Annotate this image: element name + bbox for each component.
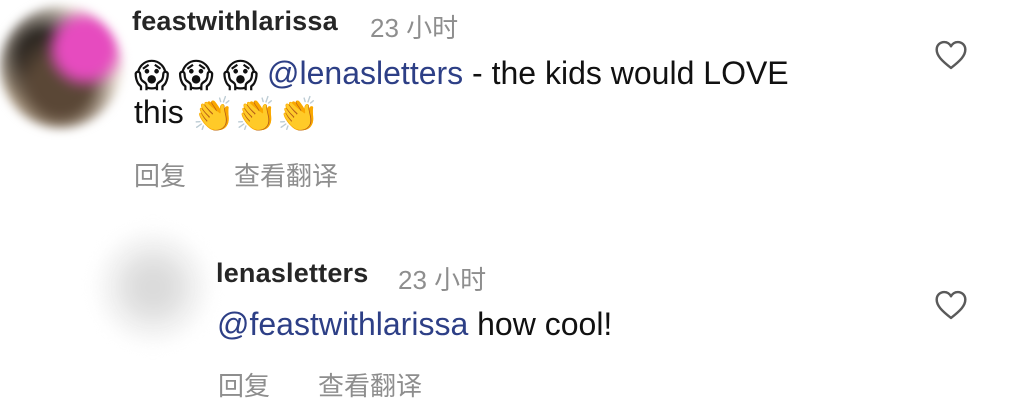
- face-screaming-emoji: 😱: [178, 57, 214, 95]
- clapping-hands-emoji: 👏: [235, 96, 278, 134]
- reply-button[interactable]: 回复: [218, 366, 270, 403]
- face-screaming-emoji: 😱: [134, 57, 170, 95]
- comment-timestamp: 23 小时: [398, 265, 487, 295]
- comment-text: how cool!: [468, 306, 613, 342]
- avatar[interactable]: [0, 6, 122, 128]
- comment-text-line-1: 😱 😱 😱 @lenasletters - the kids would LOV…: [134, 55, 789, 93]
- avatar[interactable]: [98, 232, 208, 342]
- mention-link[interactable]: @feastwithlarissa: [217, 306, 468, 342]
- see-translation-button[interactable]: 查看翻译: [318, 366, 422, 403]
- comment-text: this: [134, 94, 184, 130]
- clapping-hands-emoji: 👏: [192, 96, 236, 134]
- clapping-hands-emoji: 👏: [277, 96, 320, 134]
- heart-outline-icon[interactable]: [934, 290, 968, 320]
- heart-outline-icon[interactable]: [934, 40, 968, 70]
- face-screaming-emoji: 😱: [222, 57, 259, 95]
- comment-timestamp: 23 小时: [370, 13, 459, 43]
- mention-link[interactable]: @lenasletters: [267, 55, 463, 91]
- comment-text: - the kids would LOVE: [463, 55, 789, 91]
- see-translation-button[interactable]: 查看翻译: [234, 156, 338, 193]
- comment-text-line-1: @feastwithlarissa how cool!: [217, 306, 612, 343]
- comment-username[interactable]: feastwithlarissa: [132, 6, 338, 37]
- comment-username[interactable]: lenasletters: [216, 258, 368, 289]
- reply-button[interactable]: 回复: [134, 156, 186, 193]
- comment-text-line-2: this 👏👏👏: [134, 94, 320, 132]
